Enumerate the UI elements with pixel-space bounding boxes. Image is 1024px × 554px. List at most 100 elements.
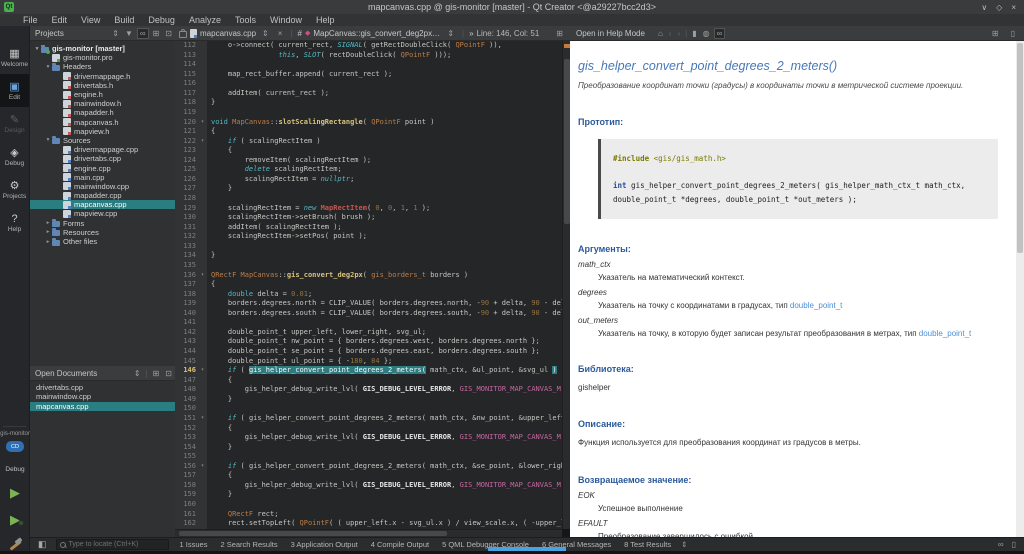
code-line-125[interactable]: 125 delete scalingRectItem; xyxy=(175,165,562,175)
tree-item-mapcanvas.h[interactable]: mapcanvas.h xyxy=(30,118,175,127)
code-line-138[interactable]: 138 double delta = 0.01; xyxy=(175,290,562,300)
code-line-140[interactable]: 140 borders.degrees.south = CLIP_VALUE( … xyxy=(175,309,562,319)
code-line-156[interactable]: 156▾ if ( gis_helper_convert_point_degre… xyxy=(175,462,562,472)
code-line-136[interactable]: 136▾QRectF MapCanvas::gis_convert_deg2px… xyxy=(175,271,562,281)
tree-item-headers[interactable]: ▾Headers xyxy=(30,62,175,71)
minimize-button[interactable]: ∨ xyxy=(981,3,987,12)
kit-selector-button[interactable]: CD xyxy=(6,441,24,452)
output-pane-updown-icon[interactable]: ⇕ xyxy=(681,540,687,549)
split-editor-icon[interactable]: ⊞ xyxy=(553,29,566,38)
split-pane-icon[interactable]: ⊞ xyxy=(150,29,163,38)
code-line-137[interactable]: 137{ xyxy=(175,280,562,290)
code-line-152[interactable]: 152 { xyxy=(175,424,562,434)
tree-item-sources[interactable]: ▾Sources xyxy=(30,136,175,145)
fold-marker-icon[interactable]: ▾ xyxy=(198,462,207,472)
mode-debug[interactable]: ◈Debug xyxy=(0,140,29,173)
open-document-drivertabs.cpp[interactable]: drivertabs.cpp xyxy=(30,383,175,392)
code-line-115[interactable]: 115 map_rect_buffer.append( current_rect… xyxy=(175,70,562,80)
code-line-118[interactable]: 118} xyxy=(175,98,562,108)
menu-tools[interactable]: Tools xyxy=(228,15,263,25)
sync-with-editor-icon[interactable]: ∞ xyxy=(137,28,149,39)
code-line-120[interactable]: 120▾void MapCanvas::slotScalingRectangle… xyxy=(175,118,562,128)
code-line-112[interactable]: 112 o->connect( current_rect, SIGNAL( ge… xyxy=(175,41,562,51)
code-line-154[interactable]: 154 } xyxy=(175,443,562,453)
tree-item-drivertabs.h[interactable]: drivertabs.h xyxy=(30,81,175,90)
type-link[interactable]: double_point_t xyxy=(919,329,972,338)
code-line-134[interactable]: 134} xyxy=(175,251,562,261)
tree-item-main.cpp[interactable]: main.cpp xyxy=(30,173,175,182)
tree-item-drivermappage.h[interactable]: drivermappage.h xyxy=(30,72,175,81)
tree-expander-icon[interactable]: ▸ xyxy=(44,239,52,245)
tree-item-engine.cpp[interactable]: engine.cpp xyxy=(30,163,175,172)
code-line-135[interactable]: 135 xyxy=(175,261,562,271)
code-line-162[interactable]: 162 rect.setTopLeft( QPointF( ( upper_le… xyxy=(175,519,562,529)
code-line-127[interactable]: 127 } xyxy=(175,184,562,194)
code-line-123[interactable]: 123 { xyxy=(175,146,562,156)
link-icon[interactable]: ∞ xyxy=(998,540,1004,549)
code-line-124[interactable]: 124 removeItem( scalingRectItem ); xyxy=(175,156,562,166)
document-dropdown[interactable]: mapcanvas.cpp xyxy=(200,29,256,38)
tree-item-mainwindow.h[interactable]: mainwindow.h xyxy=(30,99,175,108)
run-button[interactable]: ▶ xyxy=(0,486,30,499)
tree-item-forms[interactable]: ▸Forms xyxy=(30,219,175,228)
output-pane-application-output[interactable]: 3 Application Output xyxy=(291,540,358,549)
mode-projects[interactable]: ⚙Projects xyxy=(0,173,29,206)
code-line-129[interactable]: 129 scalingRectItem = new MapRectItem( 0… xyxy=(175,204,562,214)
panel-toggle-icon[interactable]: ▯ xyxy=(1012,540,1016,549)
help-vertical-scrollbar[interactable] xyxy=(1016,41,1024,537)
code-line-122[interactable]: 122▾ if ( scalingRectItem ) xyxy=(175,137,562,147)
tree-item-other-files[interactable]: ▸Other files xyxy=(30,237,175,246)
filter-icon[interactable]: ▼ xyxy=(122,29,136,38)
menu-analyze[interactable]: Analyze xyxy=(182,15,228,25)
debug-run-button[interactable]: ▶ xyxy=(0,513,30,526)
output-pane-issues[interactable]: 1 Issues xyxy=(180,540,208,549)
menu-edit[interactable]: Edit xyxy=(45,15,75,25)
code-line-153[interactable]: 153 gis_helper_debug_write_lvl( GIS_DEBU… xyxy=(175,433,562,443)
menu-view[interactable]: View xyxy=(74,15,107,25)
tree-item-engine.h[interactable]: engine.h xyxy=(30,90,175,99)
tree-item-mainwindow.cpp[interactable]: mainwindow.cpp xyxy=(30,182,175,191)
code-line-119[interactable]: 119 xyxy=(175,108,562,118)
tree-expander-icon[interactable]: ▾ xyxy=(33,46,41,52)
fold-marker-icon[interactable]: ▾ xyxy=(198,271,207,281)
fold-marker-icon[interactable]: ▾ xyxy=(198,118,207,128)
tree-item-resources[interactable]: ▸Resources xyxy=(30,228,175,237)
tree-item-mapadder.cpp[interactable]: mapadder.cpp xyxy=(30,191,175,200)
pane-mode-updown-icon[interactable]: ⇕ xyxy=(131,369,144,378)
code-line-150[interactable]: 150 xyxy=(175,404,562,414)
code-line-151[interactable]: 151▾ if ( gis_helper_convert_point_degre… xyxy=(175,414,562,424)
tree-item-gis-monitor-master-[interactable]: ▾gis-monitor [master] xyxy=(30,44,175,53)
tree-expander-icon[interactable]: ▾ xyxy=(44,64,52,70)
code-line-159[interactable]: 159 } xyxy=(175,490,562,500)
open-documents-title[interactable]: Open Documents xyxy=(30,369,131,378)
fold-marker-icon[interactable]: ▾ xyxy=(198,137,207,147)
output-pane-search-results[interactable]: 2 Search Results xyxy=(220,540,277,549)
tree-item-drivermappage.cpp[interactable]: drivermappage.cpp xyxy=(30,145,175,154)
mode-edit[interactable]: ▣Edit xyxy=(0,74,29,107)
panel-icon[interactable]: ▯ xyxy=(1008,29,1018,38)
menu-help[interactable]: Help xyxy=(309,15,342,25)
maximize-button[interactable]: ◇ xyxy=(996,3,1002,12)
tree-expander-icon[interactable]: ▾ xyxy=(44,137,52,143)
code-line-113[interactable]: 113 this, SLOT( rectDoubleClick( QPointF… xyxy=(175,51,562,61)
tree-expander-icon[interactable]: ▸ xyxy=(44,220,52,226)
code-line-146[interactable]: 146▾ if ( gis_helper_convert_point_degre… xyxy=(175,366,562,376)
back-icon[interactable]: ‹ xyxy=(666,29,675,38)
code-line-160[interactable]: 160 xyxy=(175,500,562,510)
symbol-dropdown[interactable]: MapCanvas::gis_convert_deg2px(… xyxy=(313,29,441,38)
code-line-147[interactable]: 147 { xyxy=(175,376,562,386)
code-line-149[interactable]: 149 } xyxy=(175,395,562,405)
tree-item-gis-monitor.pro[interactable]: gis-monitor.pro xyxy=(30,53,175,62)
split-pane-icon[interactable]: ⊞ xyxy=(989,29,1002,38)
code-editor[interactable]: 112 o->connect( current_rect, SIGNAL( ge… xyxy=(175,41,562,529)
close-document-icon[interactable]: × xyxy=(275,29,286,38)
code-line-143[interactable]: 143 double_point_t nw_point = { borders.… xyxy=(175,337,562,347)
menu-file[interactable]: File xyxy=(16,15,45,25)
output-pane-test-results[interactable]: 8 Test Results xyxy=(624,540,671,549)
tree-item-mapview.h[interactable]: mapview.h xyxy=(30,127,175,136)
close-pane-icon[interactable]: ⊡ xyxy=(162,29,175,38)
editor-vertical-scrollbar[interactable] xyxy=(562,41,570,529)
open-in-help-mode-button[interactable]: Open in Help Mode xyxy=(576,29,655,38)
fold-marker-icon[interactable]: ▾ xyxy=(198,366,207,376)
close-button[interactable]: × xyxy=(1011,3,1016,12)
